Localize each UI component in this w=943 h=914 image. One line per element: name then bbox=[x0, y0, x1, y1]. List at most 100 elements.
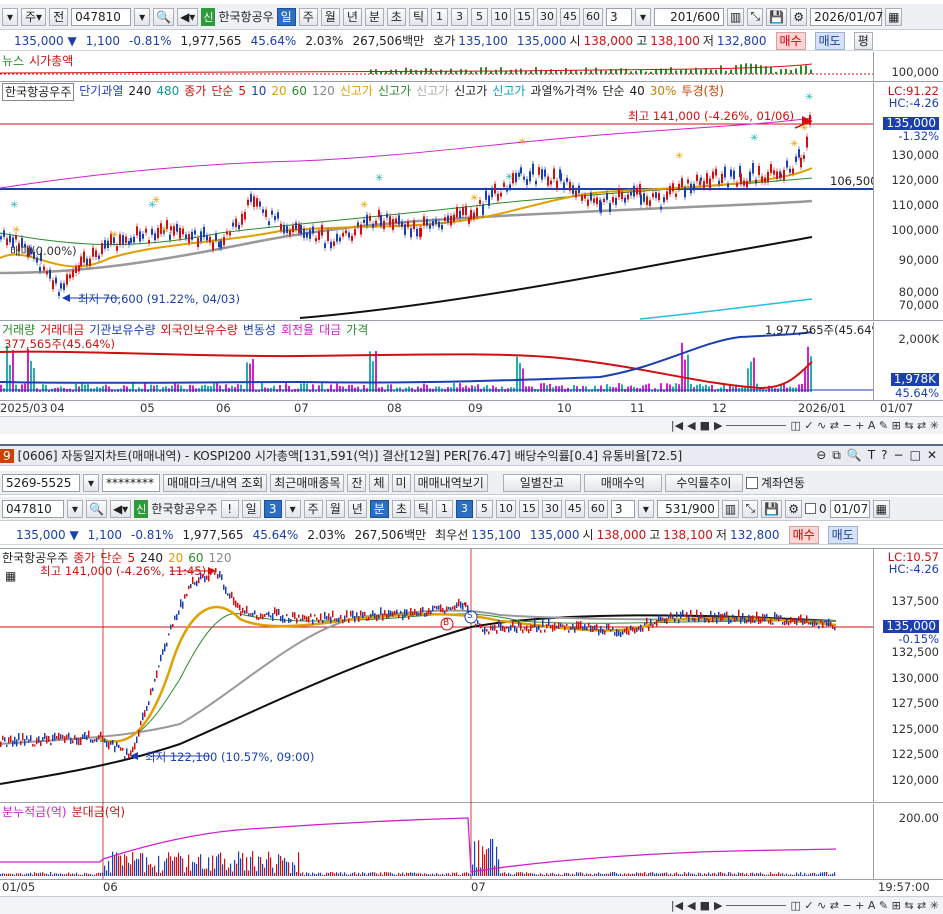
bottom-speaker-icon[interactable]: ◀▾ bbox=[109, 499, 132, 518]
tab-month[interactable]: 월 bbox=[320, 7, 340, 26]
period-select[interactable]: 주 ▾ bbox=[21, 7, 47, 26]
bottom-magnifier-icon[interactable]: 🔍 bbox=[86, 499, 107, 518]
bottom-tab-month[interactable]: 월 bbox=[325, 499, 345, 518]
chart-type-icon[interactable]: ▥ bbox=[727, 7, 745, 26]
nav-prev-icon[interactable]: ◀ bbox=[687, 419, 695, 432]
bottom-date-checkbox[interactable] bbox=[804, 503, 816, 514]
overlay-icon[interactable]: ⤡ bbox=[747, 7, 764, 26]
interval-1[interactable]: 1 bbox=[431, 7, 448, 26]
tab-second[interactable]: 초 bbox=[386, 7, 406, 26]
bottom-date-input[interactable]: 01/07 bbox=[829, 499, 870, 518]
count-input[interactable]: 3 bbox=[606, 7, 632, 26]
save-icon[interactable]: 💾 bbox=[766, 7, 788, 26]
help-icon[interactable]: ? bbox=[881, 448, 887, 463]
bottom-interval-10[interactable]: 10 bbox=[495, 499, 516, 518]
bottom-interval-1[interactable]: 1 bbox=[435, 499, 453, 518]
tab-minute[interactable]: 분 bbox=[364, 7, 384, 26]
bottom-overlay-icon[interactable]: ⤡ bbox=[742, 499, 759, 518]
zoom-slider[interactable] bbox=[726, 425, 787, 426]
bottom-interval-30[interactable]: 30 bbox=[541, 499, 562, 518]
account-select[interactable]: 5269-5525 bbox=[2, 473, 80, 492]
nav-stop-icon[interactable]: ■ bbox=[700, 419, 710, 432]
bottom-tab-dropdown[interactable]: ▾ bbox=[284, 499, 301, 518]
window-menu-button[interactable]: ▾ bbox=[2, 7, 18, 26]
bottom-save-icon[interactable]: 💾 bbox=[761, 499, 783, 518]
bottom-interval-5[interactable]: 5 bbox=[475, 499, 493, 518]
tab-tick[interactable]: 틱 bbox=[408, 7, 428, 26]
bottom-excl-button[interactable]: ! bbox=[220, 499, 239, 518]
b-nav-prev-icon[interactable]: ◀ bbox=[687, 899, 695, 912]
sell-button[interactable]: 매도 bbox=[814, 31, 845, 50]
interval-15[interactable]: 15 bbox=[514, 7, 534, 26]
magnifier-icon[interactable]: 🔍 bbox=[153, 7, 175, 26]
speaker-icon[interactable]: ◀▾ bbox=[177, 7, 199, 26]
search-icon[interactable]: 🔍 bbox=[847, 448, 862, 463]
filled-button[interactable]: 체 bbox=[369, 473, 389, 492]
tab-week[interactable]: 주 bbox=[298, 7, 318, 26]
code-dropdown-button[interactable]: ▾ bbox=[134, 7, 151, 26]
bottom-tab-week[interactable]: 주 bbox=[303, 499, 323, 518]
b-nav-next-icon[interactable]: ▶ bbox=[714, 899, 722, 912]
nav-first-icon[interactable]: |◀ bbox=[671, 419, 683, 432]
bottom-counter[interactable]: 531/900 bbox=[656, 499, 719, 518]
bottom-calendar-icon[interactable]: ▦ bbox=[872, 499, 890, 518]
gear-icon[interactable]: ⚙ bbox=[790, 7, 808, 26]
bottom-tab-tick[interactable]: 틱 bbox=[413, 499, 433, 518]
b-nav-first-icon[interactable]: |◀ bbox=[671, 899, 683, 912]
bottom-code-input[interactable]: 047810 bbox=[2, 499, 64, 518]
profit-trend-button[interactable]: 수익률추이 bbox=[664, 473, 743, 492]
trade-mark-button[interactable]: 매매마크/내역 조회 bbox=[163, 473, 268, 492]
bottom-interval-3[interactable]: 3 bbox=[455, 499, 473, 518]
bottom-tab-count[interactable]: 3 bbox=[263, 499, 282, 518]
tool-icons[interactable]: ◫ ✓ ∿ ⇄ − + A ✎ ⊞ ⇆ ⇄ ✳ bbox=[790, 419, 939, 432]
interval-5[interactable]: 5 bbox=[471, 7, 488, 26]
account-dropdown[interactable]: ▾ bbox=[83, 473, 99, 492]
stock-code-input[interactable]: 047810 bbox=[71, 7, 132, 26]
bottom-tab-year[interactable]: 년 bbox=[347, 499, 367, 518]
bottom-tab-second[interactable]: 초 bbox=[391, 499, 411, 518]
b-nav-stop-icon[interactable]: ■ bbox=[700, 899, 710, 912]
date-input[interactable]: 2026/01/07 bbox=[810, 7, 883, 26]
b-zoom-slider[interactable] bbox=[726, 905, 787, 906]
link-icon[interactable]: ⊖ bbox=[816, 448, 826, 463]
pin-icon[interactable]: T bbox=[868, 448, 875, 463]
eval-button[interactable]: 평 bbox=[853, 31, 873, 50]
interval-10[interactable]: 10 bbox=[491, 7, 511, 26]
tab-year[interactable]: 년 bbox=[342, 7, 362, 26]
tile-icon[interactable]: ⧉ bbox=[832, 448, 841, 463]
prev-button[interactable]: 전 bbox=[49, 7, 69, 26]
password-input[interactable]: ******** bbox=[102, 473, 160, 492]
interval-30[interactable]: 30 bbox=[537, 7, 557, 26]
interval-60[interactable]: 60 bbox=[583, 7, 603, 26]
link-checkbox[interactable] bbox=[745, 476, 758, 489]
bottom-count-input[interactable]: 3 bbox=[610, 499, 635, 518]
close-icon[interactable]: ✕ bbox=[927, 448, 937, 463]
balance-button[interactable]: 잔 bbox=[347, 473, 367, 492]
count-dropdown-button[interactable]: ▾ bbox=[635, 7, 651, 26]
minimize-icon[interactable]: − bbox=[894, 448, 904, 463]
bottom-code-dropdown[interactable]: ▾ bbox=[67, 499, 83, 518]
trade-history-button[interactable]: 매매내역보기 bbox=[413, 473, 488, 492]
bottom-count-dropdown[interactable]: ▾ bbox=[637, 499, 654, 518]
bottom-buy-button[interactable]: 매수 bbox=[788, 525, 819, 544]
unfilled-button[interactable]: 미 bbox=[391, 473, 411, 492]
tab-day[interactable]: 일 bbox=[276, 7, 296, 26]
recent-trades-button[interactable]: 최근매매종목 bbox=[270, 473, 345, 492]
bottom-gear-icon[interactable]: ⚙ bbox=[785, 499, 802, 518]
page-counter[interactable]: 201/600 bbox=[654, 7, 724, 26]
buy-button[interactable]: 매수 bbox=[775, 31, 806, 50]
nav-next-icon[interactable]: ▶ bbox=[714, 419, 722, 432]
maximize-icon[interactable]: □ bbox=[910, 448, 921, 463]
bottom-chart-type-icon[interactable]: ▥ bbox=[721, 499, 740, 518]
calendar-icon[interactable]: ▦ bbox=[885, 7, 903, 26]
daily-balance-button[interactable]: 일별잔고 bbox=[502, 473, 581, 492]
b-tool-icons[interactable]: ◫ ✓ ∿ ⇄ − + A ✎ ⊞ ⇆ ⇄ ✳ bbox=[790, 899, 939, 912]
trade-profit-button[interactable]: 매매수익 bbox=[583, 473, 662, 492]
bottom-interval-15[interactable]: 15 bbox=[518, 499, 539, 518]
bottom-tab-minute[interactable]: 분 bbox=[369, 499, 389, 518]
interval-45[interactable]: 45 bbox=[560, 7, 580, 26]
bottom-sell-button[interactable]: 매도 bbox=[827, 525, 858, 544]
bottom-interval-60[interactable]: 60 bbox=[587, 499, 608, 518]
bottom-tab-day[interactable]: 일 bbox=[241, 499, 261, 518]
bottom-interval-45[interactable]: 45 bbox=[564, 499, 585, 518]
